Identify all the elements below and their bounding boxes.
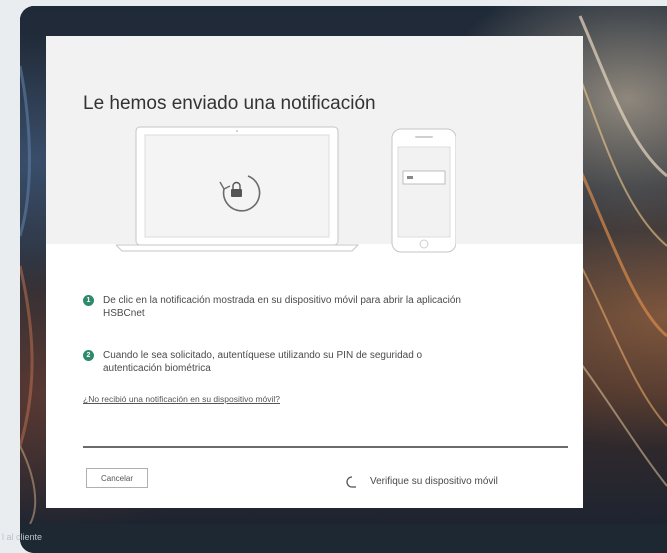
dialog-title: Le hemos enviado una notificación (83, 93, 376, 114)
no-notification-help-link[interactable]: ¿No recibió una notificación en su dispo… (83, 394, 280, 404)
devices-illustration (116, 126, 456, 253)
step-number-badge: 1 (83, 295, 94, 306)
step-text: Cuando le sea solicitado, autentíquese u… (103, 350, 423, 374)
divider (83, 446, 568, 448)
verification-status: Verifique su dispositivo móvil (346, 476, 576, 492)
step-text: De clic en la notificación mostrada en s… (103, 295, 461, 319)
mobile-phone-icon (391, 128, 456, 253)
notification-dialog: Le hemos enviado una notificación 1 De c… (46, 36, 583, 508)
cancel-button[interactable]: Cancelar (86, 468, 148, 488)
verification-status-text: Verifique su dispositivo móvil (370, 476, 498, 487)
loading-spinner-icon (346, 476, 356, 488)
step-number-badge: 2 (83, 350, 94, 361)
